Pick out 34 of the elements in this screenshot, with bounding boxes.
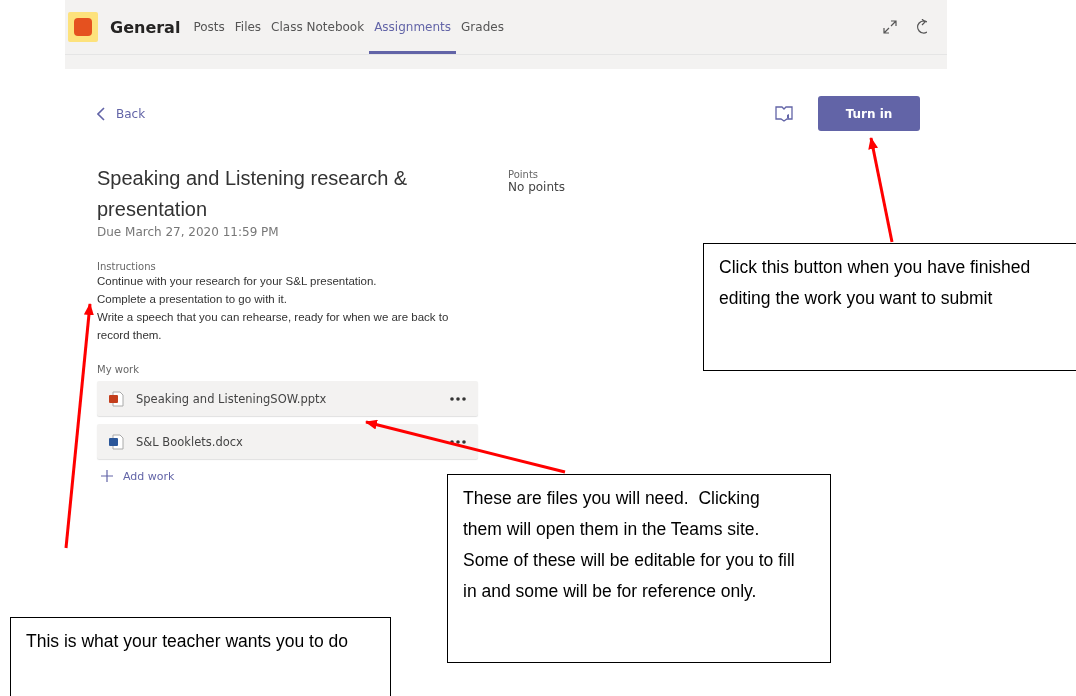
points-value: No points [508,180,565,194]
assignment-title: Speaking and Listening research & presentation [97,166,409,222]
file-name: S&L Booklets.docx [136,434,244,449]
tab[interactable]: Posts [188,0,230,54]
callout-box: Click this button when you have finished editing the work you want to submit [703,243,1076,371]
tab[interactable]: Files [229,0,267,54]
file-row[interactable]: Speaking and ListeningSOW.pptx [97,381,478,416]
instruction-line: Continue with your research for your S&L presentation. [97,274,378,289]
chevron-left-icon [97,106,105,121]
file-icon [109,433,124,450]
instruction-line: Write a speech that you can rehearse, ready for when we are back to record them. [97,310,450,343]
team-logo-icon [68,12,98,42]
file-name: Speaking and ListeningSOW.pptx [136,391,328,406]
refresh-icon [917,19,927,35]
immersive-reader-icon [774,103,794,124]
instruction-line: Complete a presentation to go with it. [97,292,288,307]
callout-box: These are files you will need. Clicking them will open them in the Teams site. Some of these will be editable for you to fill in and some will be for reference only. [447,474,831,663]
turn-in-button[interactable]: Turn in [818,96,920,131]
callout-box: This is what your teacher wants you to do [10,617,391,696]
file-row[interactable]: S&L Booklets.docx [97,424,478,459]
tab[interactable]: Class Notebook [266,0,370,54]
add-work-link[interactable]: Add work [101,469,175,483]
channel-name: General [110,17,181,37]
plus-icon [101,470,113,482]
back-link[interactable]: Back [97,106,146,121]
tab[interactable]: Grades [456,0,509,54]
more-options-icon [450,396,466,401]
file-icon [109,390,124,407]
points-label: Points [508,169,540,180]
more-options-icon [450,439,466,444]
section-label: Instructions [97,261,157,272]
expand-icon [883,20,897,34]
due-date: Due March 27, 2020 11:59 PM [97,225,280,239]
section-label: My work [97,364,140,375]
